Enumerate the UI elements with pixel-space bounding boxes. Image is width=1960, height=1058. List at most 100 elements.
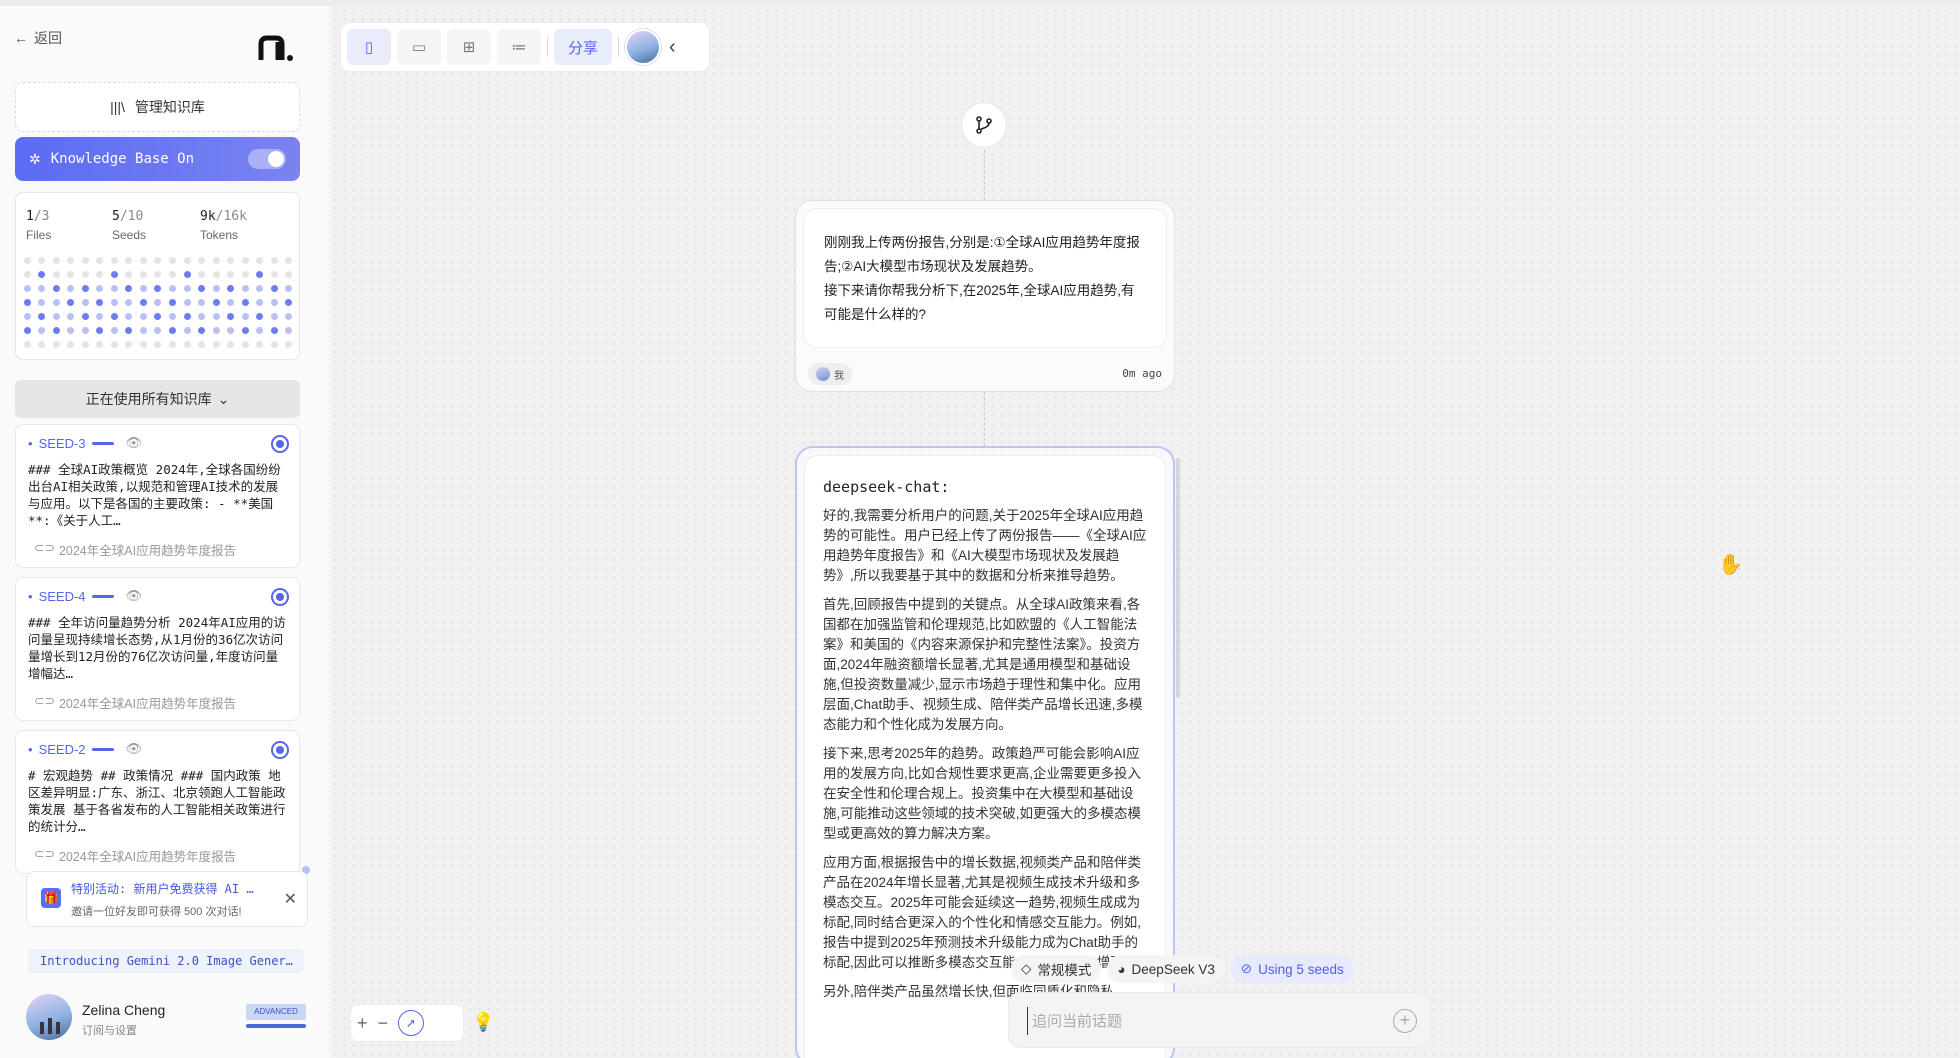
seed-card[interactable]: • SEED-3 👁 ### 全球AI政策概览 2024年,全球各国纷纷出台AI相关… xyxy=(15,424,300,568)
eye-icon[interactable]: 👁 xyxy=(126,741,143,757)
add-icon[interactable]: + xyxy=(1393,1009,1417,1033)
usage-dot xyxy=(169,299,177,306)
seed-title: SEED-3 xyxy=(38,435,86,451)
usage-dot xyxy=(96,285,104,292)
usage-dot xyxy=(241,285,249,292)
usage-dot xyxy=(212,271,220,278)
avatar[interactable] xyxy=(625,29,662,65)
usage-dot xyxy=(52,299,60,306)
usage-dot xyxy=(38,327,46,334)
user-message-card[interactable]: 刚刚我上传两份报告,分别是:①全球AI应用趋势年度报告;②AI大模型市场现状及发… xyxy=(795,200,1175,392)
usage-dot xyxy=(23,327,31,334)
close-icon[interactable]: ✕ xyxy=(284,889,297,909)
knowledge-base-toggle[interactable]: ✲ Knowledge Base On xyxy=(15,137,300,181)
usage-dot xyxy=(227,285,235,292)
usage-dot xyxy=(139,271,147,278)
seed-select-radio[interactable] xyxy=(271,741,289,759)
subscription-settings-link[interactable]: 订阅与设置 xyxy=(82,1022,137,1038)
usage-dot xyxy=(110,299,118,306)
scrollbar[interactable] xyxy=(1176,458,1180,698)
model-selector[interactable]: ◕ DeepSeek V3 xyxy=(1107,955,1225,983)
seed-source: ⊂⊃ 2024年全球AI应用趋势年度报告 xyxy=(34,541,237,558)
usage-dot xyxy=(38,285,46,292)
sidebar-toggle-icon[interactable]: ▯ xyxy=(347,29,391,65)
usage-dot xyxy=(96,341,104,348)
usage-dot xyxy=(154,341,162,348)
usage-dot xyxy=(23,285,31,292)
usage-dot xyxy=(67,327,75,334)
chevron-down-icon: ⌄ xyxy=(217,390,230,407)
usage-dot xyxy=(183,341,191,348)
usage-dot xyxy=(139,299,147,306)
usage-dot xyxy=(81,313,89,320)
user-profile[interactable]: Zelina Cheng 订阅与设置 ADVANCED xyxy=(26,992,306,1042)
zoom-out-icon[interactable]: − xyxy=(378,1013,389,1034)
toggle-switch[interactable] xyxy=(248,149,286,169)
seed-title: SEED-4 xyxy=(38,588,86,604)
usage-dot xyxy=(67,313,75,320)
branch-icon[interactable] xyxy=(961,102,1007,148)
back-link[interactable]: ← 返回 xyxy=(14,28,62,48)
usage-dot xyxy=(23,257,31,264)
zoom-controls: + − ➚ xyxy=(350,1004,464,1042)
usage-dot xyxy=(285,341,293,348)
usage-dot xyxy=(125,341,133,348)
manage-knowledge-base-button[interactable]: |||\ 管理知识库 xyxy=(15,82,300,132)
compass-icon[interactable]: ➚ xyxy=(398,1010,425,1036)
usage-dot xyxy=(270,257,278,264)
usage-dot xyxy=(285,257,293,264)
usage-dot xyxy=(52,313,60,320)
seed-card[interactable]: • SEED-2 👁 # 宏观趋势 ## 政策情况 ### 国内政策 地区差异明显:… xyxy=(15,730,300,874)
composer: + xyxy=(1008,992,1432,1048)
seed-select-radio[interactable] xyxy=(271,435,289,453)
usage-dot xyxy=(198,327,206,334)
usage-dot xyxy=(270,341,278,348)
share-button[interactable]: 分享 xyxy=(554,29,613,65)
model-name: deepseek-chat: xyxy=(823,478,950,496)
plan-progress xyxy=(246,1024,306,1028)
link-icon: ⊂⊃ xyxy=(34,847,55,861)
usage-dot xyxy=(110,271,118,278)
usage-dot xyxy=(110,327,118,334)
hand-cursor-icon: ✋ xyxy=(1718,554,1743,576)
usage-dot xyxy=(183,271,191,278)
usage-dot xyxy=(38,313,46,320)
zoom-in-icon[interactable]: + xyxy=(357,1013,368,1034)
usage-dot xyxy=(256,327,264,334)
chat-icon[interactable]: ▭ xyxy=(397,29,441,65)
usage-dot xyxy=(256,313,264,320)
usage-dot xyxy=(110,341,118,348)
response-paragraph: 好的,我需要分析用户的问题,关于2025年全球AI应用趋势的可能性。用户已经上传… xyxy=(823,508,1147,583)
knowledge-base-selector[interactable]: 正在使用所有知识库 ⌄ xyxy=(15,380,300,418)
eye-icon[interactable]: 👁 xyxy=(126,435,143,451)
usage-dot xyxy=(285,299,293,306)
usage-dot xyxy=(110,285,118,292)
add-card-icon[interactable]: ⊞ xyxy=(447,29,491,65)
search-list-icon[interactable]: ≔ xyxy=(497,29,541,65)
seeds-indicator[interactable]: ⊘ Using 5 seeds xyxy=(1230,955,1354,983)
usage-dot xyxy=(139,327,147,334)
lightbulb-icon[interactable]: 💡 xyxy=(472,1012,494,1033)
usage-dot xyxy=(139,341,147,348)
usage-dot xyxy=(52,285,60,292)
usage-dot xyxy=(67,341,75,348)
seed-select-radio[interactable] xyxy=(271,588,289,606)
usage-dot xyxy=(23,299,31,306)
usage-dot xyxy=(256,341,264,348)
usage-dot xyxy=(81,327,89,334)
usage-dot xyxy=(154,327,162,334)
usage-dot xyxy=(285,327,293,334)
announcement-banner[interactable]: Introducing Gemini 2.0 Image Gener… xyxy=(28,949,304,973)
usage-dot xyxy=(241,327,249,334)
chevron-left-icon[interactable]: ‹ xyxy=(669,36,676,59)
usage-dot xyxy=(227,313,235,320)
promo-subtitle: 邀请一位好友即可获得 500 次对话! xyxy=(71,906,242,918)
connector-line xyxy=(984,392,985,446)
promo-banner[interactable]: 🎁 特别活动: 新用户免费获得 AI … 邀请一位好友即可获得 500 次对话!… xyxy=(26,871,308,927)
follow-up-input[interactable] xyxy=(1027,1007,1367,1035)
mode-selector[interactable]: ◇ 常规模式 xyxy=(1011,955,1102,983)
seed-card[interactable]: • SEED-4 👁 ### 全年访问量趋势分析 2024年AI应用的访问量呈现持续… xyxy=(15,577,300,721)
avatar xyxy=(816,367,830,381)
eye-icon[interactable]: 👁 xyxy=(126,588,143,604)
link-icon: ⊂⊃ xyxy=(34,694,55,708)
